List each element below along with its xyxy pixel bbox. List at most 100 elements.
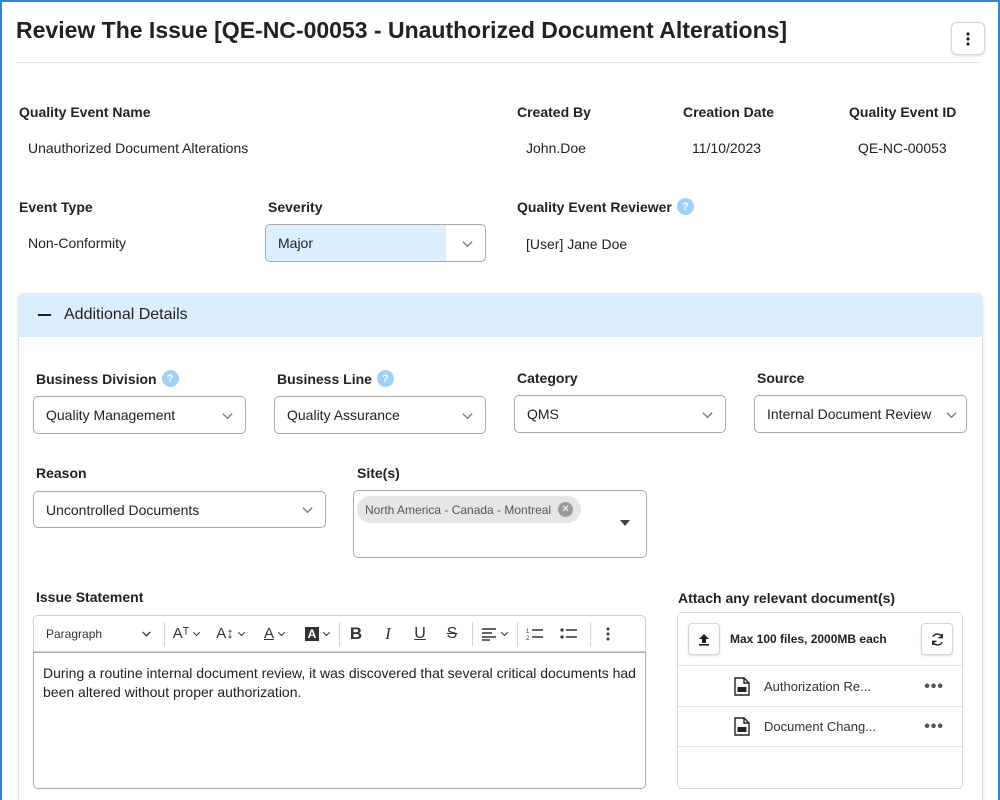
help-icon[interactable]: ?: [376, 370, 394, 387]
more-options-button[interactable]: [951, 22, 985, 55]
category-select[interactable]: QMS: [514, 395, 726, 433]
source-value: Internal Document Review: [767, 406, 932, 422]
attachment-row[interactable]: Authorization Re... •••: [678, 667, 962, 707]
severity-select[interactable]: Major: [265, 224, 486, 262]
issue-statement-label: Issue Statement: [36, 589, 144, 605]
font-color-icon: A: [263, 625, 274, 642]
pdf-file-icon: [734, 677, 750, 696]
font-family-icon: Aᵀ: [172, 625, 190, 642]
creation-date-value: 11/10/2023: [692, 140, 762, 156]
kebab-vertical-icon: [606, 627, 610, 640]
quality-event-id-value: QE-NC-00053: [858, 140, 947, 156]
event-type-label: Event Type: [19, 199, 93, 215]
severity-selected-value: Major: [266, 225, 446, 261]
chevron-down-icon: [193, 631, 201, 637]
title-divider: [16, 62, 979, 63]
bold-button[interactable]: B: [340, 616, 372, 651]
more-tools-button[interactable]: [591, 616, 625, 651]
align-left-icon: [482, 627, 496, 641]
caret-down-icon[interactable]: [620, 520, 630, 526]
quality-event-reviewer-label: Quality Event Reviewer ?: [517, 198, 694, 215]
chevron-down-icon: [277, 631, 286, 637]
chevron-down-icon: [500, 631, 509, 637]
quality-event-reviewer-value: [User] Jane Doe: [526, 236, 628, 252]
svg-text:2: 2: [526, 636, 530, 641]
upload-icon: [699, 633, 709, 646]
attachments-header: Max 100 files, 2000MB each: [678, 613, 962, 666]
kebab-vertical-icon: [966, 31, 970, 46]
source-label: Source: [757, 370, 805, 386]
quality-event-reviewer-label-text: Quality Event Reviewer: [517, 198, 672, 215]
category-value: QMS: [527, 406, 559, 422]
quality-event-id-label: Quality Event ID: [849, 104, 957, 120]
strikethrough-button[interactable]: S: [436, 616, 468, 651]
chevron-down-icon: [323, 631, 331, 637]
underline-button[interactable]: U: [404, 616, 436, 651]
highlight-color-button[interactable]: A: [297, 616, 339, 651]
created-by-value: John.Doe: [526, 140, 586, 156]
bulleted-list-button[interactable]: [552, 616, 586, 651]
sites-label: Site(s): [357, 465, 400, 481]
svg-text:1: 1: [526, 629, 530, 635]
attachment-name[interactable]: Authorization Re...: [764, 679, 924, 694]
chevron-down-icon: [237, 631, 245, 637]
reason-select[interactable]: Uncontrolled Documents: [33, 491, 326, 528]
attachment-name[interactable]: Document Chang...: [764, 719, 924, 734]
attachment-more-button[interactable]: •••: [924, 718, 944, 736]
chevron-down-icon: [289, 503, 325, 516]
creation-date-label: Creation Date: [683, 104, 775, 120]
business-line-select[interactable]: Quality Assurance: [274, 396, 486, 434]
align-button[interactable]: [473, 616, 517, 651]
attachments-label: Attach any relevant document(s): [678, 590, 896, 606]
upload-button[interactable]: [688, 623, 720, 655]
reason-label: Reason: [36, 465, 87, 481]
paragraph-format-dropdown[interactable]: Paragraph: [34, 616, 164, 651]
additional-details-header[interactable]: Additional Details: [18, 293, 983, 337]
remove-chip-icon[interactable]: ✕: [558, 502, 574, 517]
chevron-down-icon: [449, 237, 485, 250]
paragraph-format-label: Paragraph: [46, 626, 103, 641]
collapse-minus-icon: [38, 314, 51, 316]
font-size-icon: A↕: [216, 625, 234, 642]
page-title: Review The Issue [QE-NC-00053 - Unauthor…: [16, 17, 788, 43]
highlight-color-icon: A: [304, 626, 320, 641]
numbered-list-icon: 12: [526, 629, 543, 641]
site-chip-label: North America - Canada - Montreal: [365, 502, 552, 517]
site-chip: North America - Canada - Montreal ✕: [357, 496, 582, 523]
editor-toolbar: Paragraph Aᵀ A↕ A A B I U S 12: [33, 615, 646, 652]
font-size-button[interactable]: A↕: [209, 616, 253, 651]
bulleted-list-icon: [560, 627, 577, 639]
refresh-icon: [931, 632, 943, 646]
help-icon[interactable]: ?: [161, 370, 179, 387]
help-icon[interactable]: ?: [676, 198, 694, 215]
italic-button[interactable]: I: [372, 616, 404, 651]
quality-event-name-label: Quality Event Name: [19, 104, 151, 120]
pdf-file-icon: [734, 717, 750, 736]
attachments-limit-text: Max 100 files, 2000MB each: [730, 632, 887, 646]
source-select[interactable]: Internal Document Review: [754, 395, 967, 433]
attachment-row[interactable]: Document Chang... •••: [678, 707, 962, 747]
severity-label: Severity: [268, 199, 323, 215]
business-line-label: Business Line ?: [277, 370, 394, 387]
business-division-value: Quality Management: [46, 407, 176, 423]
reason-value: Uncontrolled Documents: [46, 501, 200, 518]
font-color-button[interactable]: A: [253, 616, 297, 651]
font-family-button[interactable]: Aᵀ: [165, 616, 209, 651]
created-by-label: Created By: [517, 104, 591, 120]
category-label: Category: [517, 370, 578, 386]
business-division-select[interactable]: Quality Management: [33, 396, 246, 434]
chevron-down-icon: [936, 408, 966, 421]
event-type-value: Non-Conformity: [28, 235, 127, 251]
refresh-button[interactable]: [921, 623, 953, 655]
chevron-down-icon: [689, 408, 725, 421]
attachment-more-button[interactable]: •••: [924, 678, 944, 696]
issue-statement-editor[interactable]: During a routine internal document revie…: [33, 652, 646, 789]
numbered-list-button[interactable]: 12: [518, 616, 552, 651]
business-line-value: Quality Assurance: [287, 407, 400, 423]
business-division-label-text: Business Division: [36, 370, 157, 387]
quality-event-name-value: Unauthorized Document Alterations: [28, 140, 249, 156]
business-line-label-text: Business Line: [277, 370, 372, 387]
chevron-down-icon: [209, 409, 245, 422]
chevron-down-icon: [142, 631, 151, 637]
business-division-label: Business Division ?: [36, 370, 179, 387]
